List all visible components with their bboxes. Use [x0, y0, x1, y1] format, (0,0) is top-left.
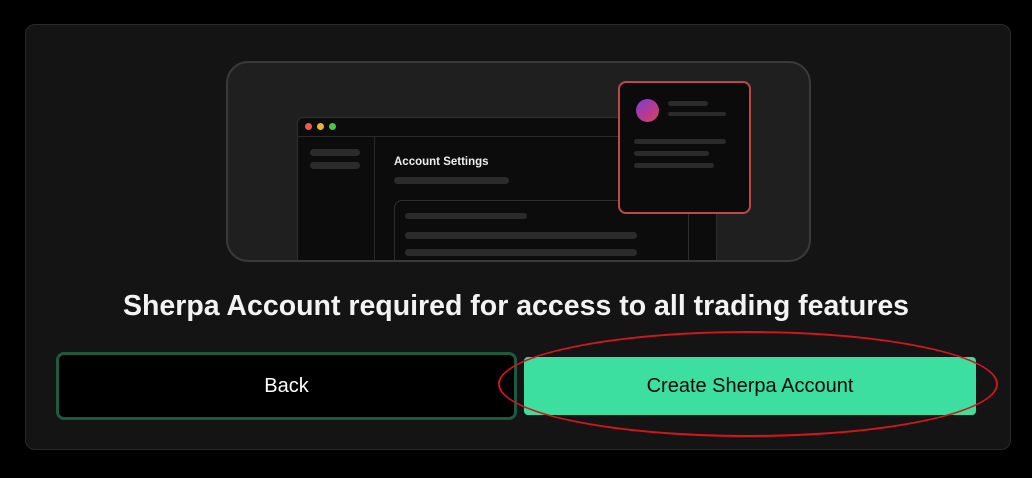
window-minimize-dot-icon [317, 123, 324, 130]
title-placeholder-line [394, 177, 509, 184]
sidebar-placeholder-line [310, 149, 360, 156]
mock-profile-popup [618, 81, 751, 214]
back-button[interactable]: Back [56, 352, 517, 420]
popup-placeholder-line [634, 163, 714, 168]
window-maximize-dot-icon [329, 123, 336, 130]
window-close-dot-icon [305, 123, 312, 130]
mock-window-title: Account Settings [394, 156, 489, 168]
popup-placeholder-line [668, 112, 726, 116]
account-settings-illustration: Account Settings [226, 61, 811, 262]
sidebar-placeholder-line [310, 162, 360, 169]
avatar [636, 99, 659, 122]
create-sherpa-account-button[interactable]: Create Sherpa Account [524, 357, 976, 415]
card-placeholder-line [405, 232, 637, 239]
card-placeholder-line [405, 249, 637, 256]
mock-sidebar [298, 137, 375, 260]
popup-placeholder-line [634, 151, 709, 156]
popup-placeholder-line [634, 139, 726, 144]
card-placeholder-line [405, 213, 527, 219]
account-required-message: Sherpa Account required for access to al… [122, 290, 910, 322]
popup-placeholder-line [668, 101, 708, 106]
